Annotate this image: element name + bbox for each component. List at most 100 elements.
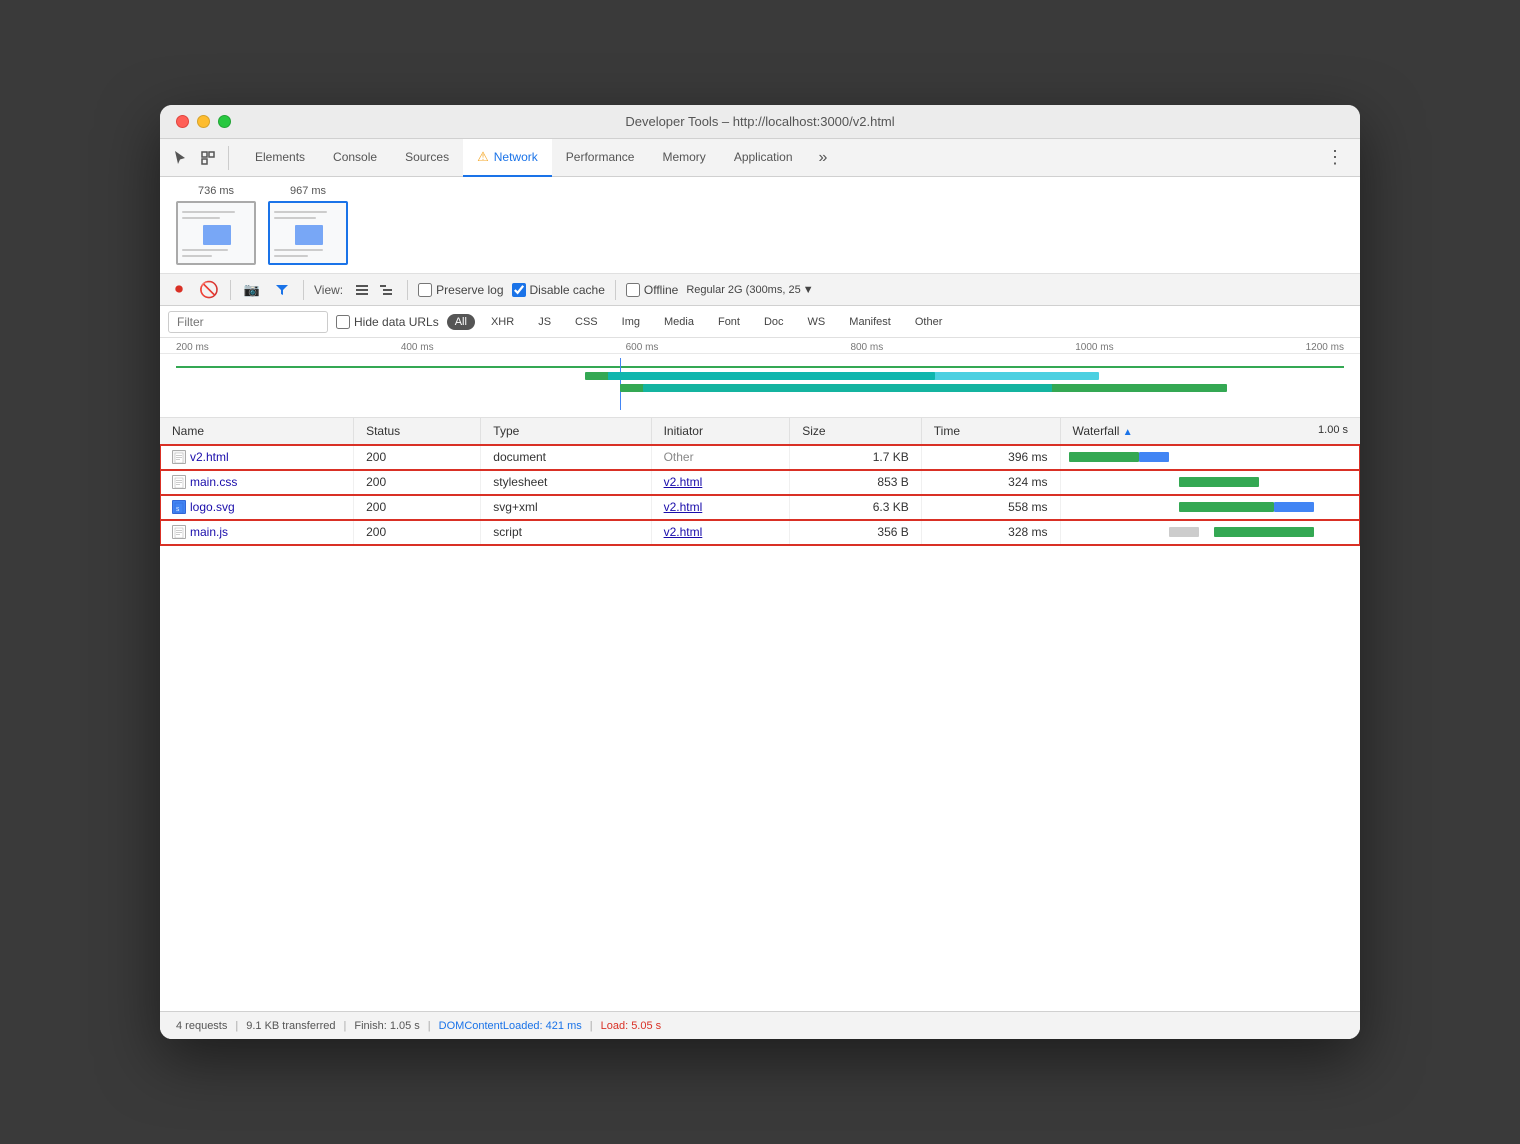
minimize-button[interactable] bbox=[197, 115, 210, 128]
network-toolbar: ⏺ 🚫 📷 View: bbox=[160, 274, 1360, 306]
filmstrip-item[interactable]: 967 ms bbox=[268, 185, 348, 265]
view-label: View: bbox=[314, 283, 343, 297]
tab-console[interactable]: Console bbox=[319, 139, 391, 177]
dom-loaded-time: DOMContentLoaded: 421 ms bbox=[439, 1020, 582, 1032]
table-row[interactable]: S logo.svg 200 svg+xml v2.html 6.3 KB bbox=[160, 495, 1360, 520]
view-icons bbox=[351, 279, 397, 301]
filter-css-button[interactable]: CSS bbox=[567, 314, 606, 330]
offline-checkbox[interactable] bbox=[626, 283, 640, 297]
filter-ws-button[interactable]: WS bbox=[800, 314, 834, 330]
filter-font-button[interactable]: Font bbox=[710, 314, 748, 330]
more-tabs-button[interactable]: » bbox=[811, 145, 836, 171]
ruler-tick: 1000 ms bbox=[1075, 342, 1113, 353]
stop-button[interactable]: 🚫 bbox=[198, 279, 220, 301]
disable-cache-checkbox[interactable] bbox=[512, 283, 526, 297]
list-view-button[interactable] bbox=[351, 279, 373, 301]
filter-input[interactable] bbox=[168, 311, 328, 333]
timeline-green-line bbox=[176, 366, 1344, 368]
wf-green-bar bbox=[1069, 452, 1139, 462]
cursor-icon[interactable] bbox=[168, 146, 192, 170]
file-name: main.js bbox=[172, 525, 341, 539]
toolbar-divider-3 bbox=[407, 280, 408, 300]
tab-network[interactable]: ⚠ Network bbox=[463, 139, 552, 177]
col-status[interactable]: Status bbox=[354, 418, 481, 445]
waterfall-bar bbox=[1069, 451, 1329, 463]
cell-name: main.js bbox=[160, 520, 354, 545]
cell-name: main.css bbox=[160, 470, 354, 495]
timeline-ruler: 200 ms 400 ms 600 ms 800 ms 1000 ms 1200… bbox=[160, 338, 1360, 354]
file-name: S logo.svg bbox=[172, 500, 341, 514]
doc-icon bbox=[172, 525, 186, 539]
wf-blue-bar bbox=[1139, 452, 1169, 462]
status-bar: 4 requests | 9.1 KB transferred | Finish… bbox=[160, 1011, 1360, 1039]
preserve-log-label: Preserve log bbox=[436, 283, 503, 297]
cell-size: 356 B bbox=[790, 520, 922, 545]
devtools-menu-button[interactable]: ⋮ bbox=[1318, 143, 1352, 172]
wf-green-bar bbox=[1179, 502, 1274, 512]
col-name[interactable]: Name bbox=[160, 418, 354, 445]
wf-gray-bar bbox=[1169, 527, 1199, 537]
preserve-log-checkbox[interactable] bbox=[418, 283, 432, 297]
table-row[interactable]: main.js 200 script v2.html 356 B 328 ms bbox=[160, 520, 1360, 545]
filter-button[interactable] bbox=[271, 279, 293, 301]
col-type[interactable]: Type bbox=[481, 418, 651, 445]
transferred-size: 9.1 KB transferred bbox=[246, 1020, 335, 1032]
filmstrip-thumb-2[interactable] bbox=[268, 201, 348, 265]
cell-size: 1.7 KB bbox=[790, 445, 922, 470]
filter-doc-button[interactable]: Doc bbox=[756, 314, 792, 330]
col-waterfall[interactable]: Waterfall 1.00 s ▲ bbox=[1060, 418, 1360, 445]
traffic-lights bbox=[176, 115, 231, 128]
tab-sources[interactable]: Sources bbox=[391, 139, 463, 177]
file-name: main.css bbox=[172, 475, 341, 489]
camera-button[interactable]: 📷 bbox=[241, 279, 263, 301]
tab-application[interactable]: Application bbox=[720, 139, 807, 177]
filmstrip-time-1: 736 ms bbox=[198, 185, 234, 197]
ruler-tick: 800 ms bbox=[850, 342, 883, 353]
tab-memory[interactable]: Memory bbox=[648, 139, 719, 177]
wf-green-bar bbox=[1179, 477, 1259, 487]
filter-other-button[interactable]: Other bbox=[907, 314, 951, 330]
table-row[interactable]: main.css 200 stylesheet v2.html 853 B 32… bbox=[160, 470, 1360, 495]
cell-type: stylesheet bbox=[481, 470, 651, 495]
filter-all-button[interactable]: All bbox=[447, 314, 475, 330]
cell-initiator: v2.html bbox=[651, 520, 790, 545]
file-name: v2.html bbox=[172, 450, 341, 464]
cell-waterfall bbox=[1060, 470, 1360, 495]
ruler-tick: 600 ms bbox=[626, 342, 659, 353]
cell-name: S logo.svg bbox=[160, 495, 354, 520]
cell-time: 328 ms bbox=[921, 520, 1060, 545]
tree-view-button[interactable] bbox=[375, 279, 397, 301]
offline-label: Offline bbox=[644, 283, 678, 297]
col-time[interactable]: Time bbox=[921, 418, 1060, 445]
filmstrip-item[interactable]: 736 ms bbox=[176, 185, 256, 265]
cell-type: document bbox=[481, 445, 651, 470]
inspect-icon[interactable] bbox=[196, 146, 220, 170]
offline-group: Offline bbox=[626, 283, 678, 297]
col-size[interactable]: Size bbox=[790, 418, 922, 445]
filter-xhr-button[interactable]: XHR bbox=[483, 314, 522, 330]
filter-media-button[interactable]: Media bbox=[656, 314, 702, 330]
preserve-log-group: Preserve log bbox=[418, 283, 503, 297]
record-button[interactable]: ⏺ bbox=[168, 279, 190, 301]
svg-icon: S bbox=[172, 500, 186, 514]
filter-js-button[interactable]: JS bbox=[530, 314, 559, 330]
throttle-selector[interactable]: Regular 2G (300ms, 25 ▼ bbox=[686, 284, 813, 296]
wf-green-bar bbox=[1214, 527, 1314, 537]
tab-elements[interactable]: Elements bbox=[241, 139, 319, 177]
filmstrip-thumb-1[interactable] bbox=[176, 201, 256, 265]
title-bar: Developer Tools – http://localhost:3000/… bbox=[160, 105, 1360, 139]
col-initiator[interactable]: Initiator bbox=[651, 418, 790, 445]
doc-icon bbox=[172, 450, 186, 464]
tab-performance[interactable]: Performance bbox=[552, 139, 649, 177]
disable-cache-label: Disable cache bbox=[530, 283, 605, 297]
filter-img-button[interactable]: Img bbox=[614, 314, 648, 330]
table-row[interactable]: v2.html 200 document Other 1.7 KB 396 ms bbox=[160, 445, 1360, 470]
maximize-button[interactable] bbox=[218, 115, 231, 128]
close-button[interactable] bbox=[176, 115, 189, 128]
hide-data-urls-checkbox[interactable] bbox=[336, 315, 350, 329]
cell-time: 396 ms bbox=[921, 445, 1060, 470]
hide-data-urls-group: Hide data URLs bbox=[336, 315, 439, 329]
toolbar-divider bbox=[230, 280, 231, 300]
cell-status: 200 bbox=[354, 520, 481, 545]
filter-manifest-button[interactable]: Manifest bbox=[841, 314, 899, 330]
